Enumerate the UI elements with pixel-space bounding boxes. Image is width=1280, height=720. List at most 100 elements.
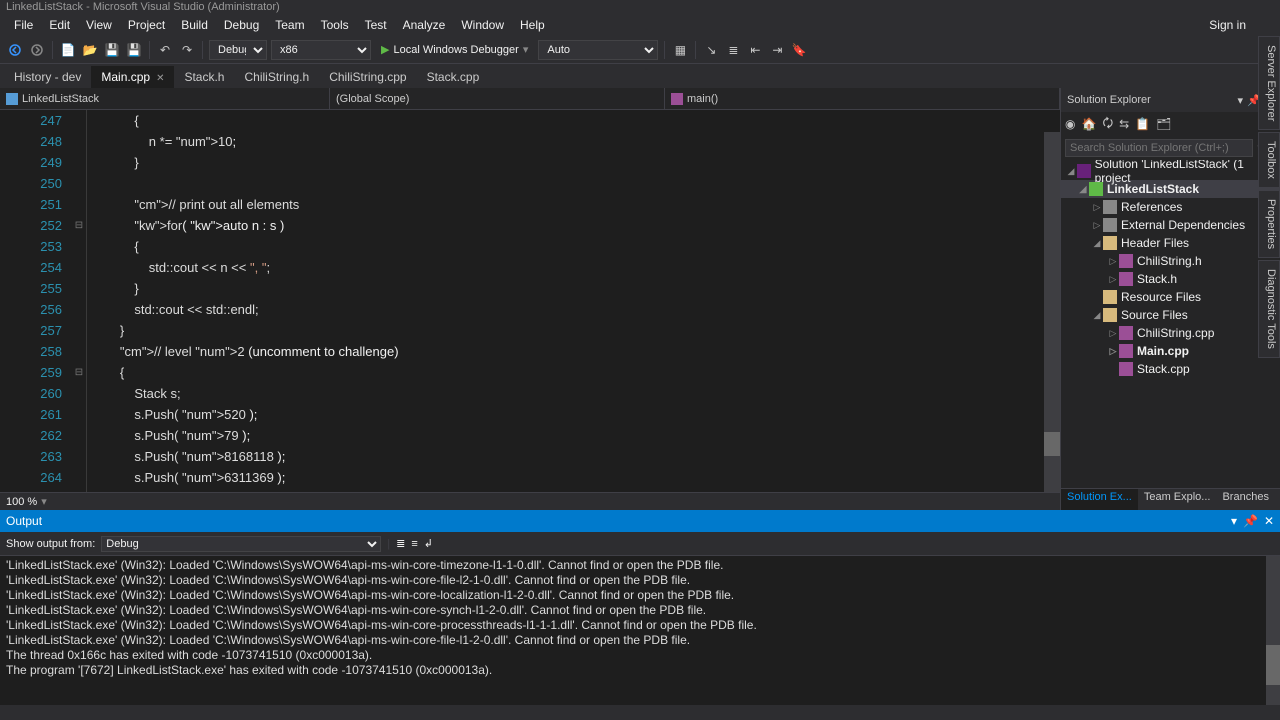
- menu-analyze[interactable]: Analyze: [395, 16, 454, 34]
- showall-icon[interactable]: 📋: [1135, 117, 1150, 131]
- menu-project[interactable]: Project: [120, 16, 173, 34]
- close-icon[interactable]: ✕: [1264, 514, 1274, 528]
- se-solution[interactable]: ◢Solution 'LinkedListStack' (1 project: [1061, 162, 1280, 180]
- menu-debug[interactable]: Debug: [216, 16, 267, 34]
- tab-chilistring-cpp[interactable]: ChiliString.cpp: [319, 66, 416, 88]
- config-select[interactable]: Debug: [209, 40, 267, 60]
- menu-build[interactable]: Build: [173, 16, 216, 34]
- se-references[interactable]: ▷References: [1061, 198, 1280, 216]
- new-project-icon[interactable]: 📄: [59, 41, 77, 59]
- se-source-files[interactable]: ◢Source Files: [1061, 306, 1280, 324]
- editor-pane: LinkedListStack (Global Scope) main() 24…: [0, 88, 1060, 510]
- save-all-icon[interactable]: 💾: [125, 41, 143, 59]
- save-icon[interactable]: 💾: [103, 41, 121, 59]
- editor-tabbar: History - dev Main.cpp✕ Stack.h ChiliStr…: [0, 64, 1280, 88]
- code-area[interactable]: { n *= "num">10; } "cm">// print out all…: [86, 110, 1060, 492]
- home2-icon[interactable]: 🏠: [1081, 117, 1096, 131]
- dropdown-icon[interactable]: ▾: [1238, 94, 1244, 107]
- pin-icon[interactable]: 📌: [1243, 514, 1258, 528]
- se-search-input[interactable]: [1065, 139, 1253, 157]
- function-icon: [671, 93, 683, 105]
- line-gutter: 2472482492502512522532542552562572582592…: [0, 110, 72, 492]
- se-search: 🔍: [1061, 136, 1280, 160]
- menu-view[interactable]: View: [78, 16, 120, 34]
- menu-window[interactable]: Window: [453, 16, 512, 34]
- bookmark-icon[interactable]: 🔖: [790, 41, 808, 59]
- toggle-icon[interactable]: ▦: [671, 41, 689, 59]
- se-resource-files[interactable]: Resource Files: [1061, 288, 1280, 306]
- refresh-icon[interactable]: 🗘: [1102, 114, 1113, 135]
- cpp-file-icon: [1119, 362, 1133, 376]
- solution-icon: [1077, 164, 1091, 178]
- cpp-file-icon: [1119, 326, 1133, 340]
- menu-edit[interactable]: Edit: [41, 16, 78, 34]
- start-debugger-button[interactable]: ▶Local Windows Debugger▾: [375, 41, 534, 58]
- se-file[interactable]: ▷ChiliString.h: [1061, 252, 1280, 270]
- se-file[interactable]: Stack.cpp: [1061, 360, 1280, 378]
- nav-func[interactable]: main(): [665, 88, 1060, 109]
- tab-history[interactable]: History - dev: [4, 66, 91, 88]
- menu-help[interactable]: Help: [512, 16, 553, 34]
- output-from-label: Show output from:: [6, 538, 95, 550]
- nav-fwd-icon[interactable]: [28, 41, 46, 59]
- tab-properties[interactable]: Properties: [1258, 190, 1280, 258]
- output-body[interactable]: 'LinkedListStack.exe' (Win32): Loaded 'C…: [0, 556, 1280, 705]
- zoom-level[interactable]: 100 %: [6, 496, 37, 508]
- se-external-deps[interactable]: ▷External Dependencies: [1061, 216, 1280, 234]
- run-mode-select[interactable]: Auto: [538, 40, 658, 60]
- se-toolbar: ◉ 🏠 🗘 ⇆ 📋 🗂: [1061, 112, 1280, 136]
- menu-file[interactable]: File: [6, 16, 41, 34]
- indent-icon[interactable]: ⇥: [768, 41, 786, 59]
- menu-test[interactable]: Test: [357, 16, 395, 34]
- home-icon[interactable]: ◉: [1065, 117, 1075, 131]
- step2-icon[interactable]: ≣: [724, 41, 742, 59]
- tab-stack-h[interactable]: Stack.h: [174, 66, 234, 88]
- nav-project[interactable]: LinkedListStack: [0, 88, 330, 109]
- signin-link[interactable]: Sign in: [1201, 16, 1254, 34]
- output-scrollbar[interactable]: [1266, 556, 1280, 705]
- clear-icon[interactable]: ≣: [396, 537, 405, 550]
- tab-toolbox[interactable]: Toolbox: [1258, 132, 1280, 188]
- output-toolbar: Show output from: Debug | ≣ ≡ ↲: [0, 532, 1280, 556]
- sync-icon[interactable]: ⇆: [1119, 117, 1129, 131]
- open-file-icon[interactable]: 📂: [81, 41, 99, 59]
- props-icon[interactable]: 🗂: [1156, 117, 1171, 131]
- tab-stack-cpp[interactable]: Stack.cpp: [417, 66, 490, 88]
- se-file-main[interactable]: ▷Main.cpp: [1061, 342, 1280, 360]
- folder-icon: [1103, 290, 1117, 304]
- nav-scope[interactable]: (Global Scope): [330, 88, 665, 109]
- tab-diagnostic[interactable]: Diagnostic Tools: [1258, 260, 1280, 358]
- menu-tools[interactable]: Tools: [313, 16, 357, 34]
- editor-scrollbar[interactable]: [1044, 132, 1060, 492]
- tab-team-explorer[interactable]: Team Explo...: [1138, 489, 1217, 510]
- folder-icon: [1103, 308, 1117, 322]
- output-title: Output: [6, 514, 42, 528]
- step-icon[interactable]: ↘: [702, 41, 720, 59]
- se-file[interactable]: ▷ChiliString.cpp: [1061, 324, 1280, 342]
- code-editor[interactable]: 2472482492502512522532542552562572582592…: [0, 110, 1060, 492]
- platform-select[interactable]: x86: [271, 40, 371, 60]
- toggle-icon[interactable]: ≡: [411, 538, 417, 550]
- h-file-icon: [1119, 272, 1133, 286]
- tab-branches[interactable]: Branches: [1216, 489, 1274, 510]
- folder-icon: [1103, 236, 1117, 250]
- undo-icon[interactable]: ↶: [156, 41, 174, 59]
- outdent-icon[interactable]: ⇤: [746, 41, 764, 59]
- tab-main-cpp[interactable]: Main.cpp✕: [91, 66, 174, 88]
- output-from-select[interactable]: Debug: [101, 536, 381, 552]
- deps-icon: [1103, 218, 1117, 232]
- dropdown-icon[interactable]: ▾: [1231, 514, 1237, 528]
- nav-back-icon[interactable]: [6, 41, 24, 59]
- right-vertical-tabs: Server Explorer Toolbox Properties Diagn…: [1258, 36, 1280, 358]
- nav-bar: LinkedListStack (Global Scope) main(): [0, 88, 1060, 110]
- redo-icon[interactable]: ↷: [178, 41, 196, 59]
- tab-solution-explorer[interactable]: Solution Ex...: [1061, 489, 1138, 510]
- close-icon[interactable]: ✕: [156, 73, 164, 84]
- tab-server-explorer[interactable]: Server Explorer: [1258, 36, 1280, 130]
- wordwrap-icon[interactable]: ↲: [424, 537, 433, 550]
- fold-column[interactable]: ⊟⊟: [72, 110, 86, 492]
- se-header-files[interactable]: ◢Header Files: [1061, 234, 1280, 252]
- tab-chilistring-h[interactable]: ChiliString.h: [234, 66, 319, 88]
- se-file[interactable]: ▷Stack.h: [1061, 270, 1280, 288]
- menu-team[interactable]: Team: [267, 16, 312, 34]
